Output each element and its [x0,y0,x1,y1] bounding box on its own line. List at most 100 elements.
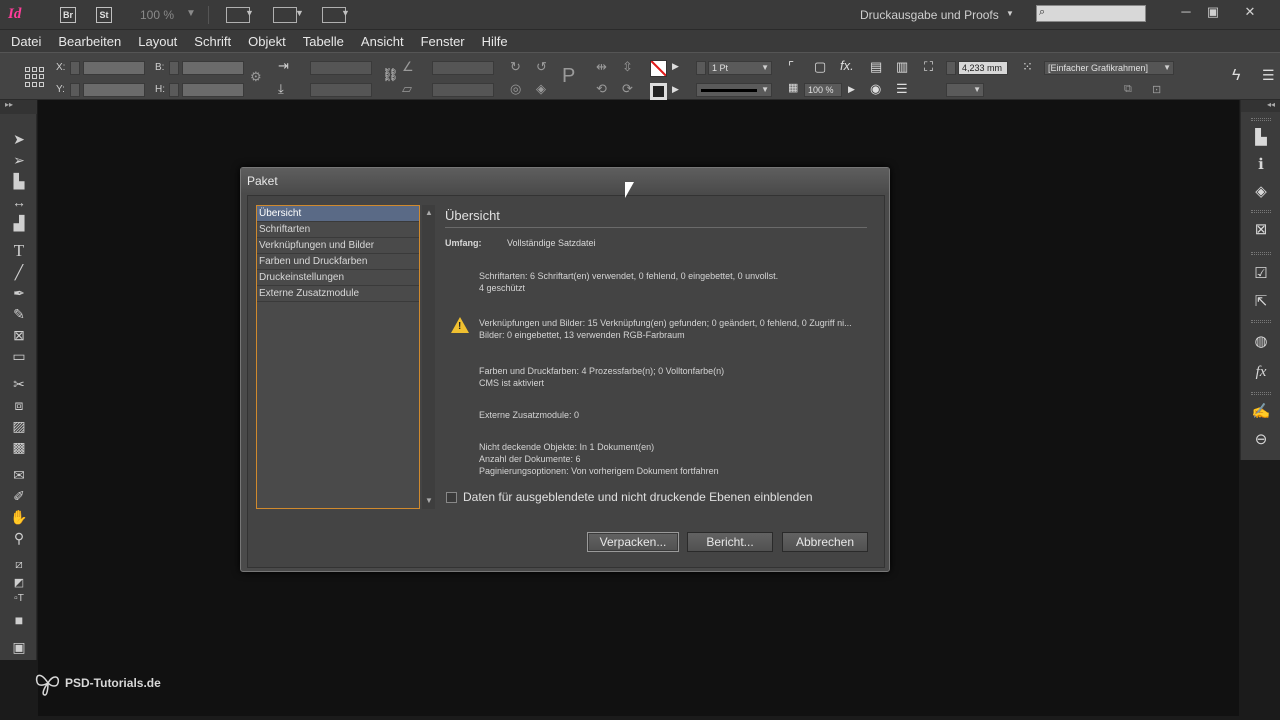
corner-options-icon[interactable]: ⌜ [788,59,794,75]
search-input[interactable]: ⌕ [1036,5,1146,22]
content-collector-icon[interactable]: ▟ [9,214,29,232]
scale-y-field[interactable] [310,83,372,97]
panel-grip[interactable] [1251,118,1271,121]
eyedropper-tool-icon[interactable]: ✐ [9,487,29,505]
height-spinner[interactable] [169,83,179,97]
clear-overrides-icon[interactable]: ⧉ [1124,83,1132,96]
panel-collapse-icon[interactable]: ▸▸ [0,100,37,114]
panel-collapse-icon[interactable]: ◂◂ [1241,100,1280,112]
menu-objekt[interactable]: Objekt [248,34,286,49]
text-wrap-none-icon[interactable]: ▤ [870,59,882,75]
category-print-settings[interactable]: Druckeinstellungen [257,270,419,286]
package-button[interactable]: Verpacken... [587,532,679,552]
rotate-ccw-icon[interactable]: ↺ [536,59,547,75]
text-wrap-shape-icon[interactable]: ◉ [870,81,881,97]
hyperlinks-icon[interactable]: ⊖ [1251,430,1271,450]
gradient-feather-tool-icon[interactable]: ▩ [9,438,29,456]
dialog-title[interactable]: Paket [241,168,889,194]
category-colors-inks[interactable]: Farben und Druckfarben [257,254,419,270]
object-style-dropdown[interactable]: [Einfacher Grafikrahmen] ▼ [1044,61,1174,75]
page-tool-icon[interactable]: ▙ [9,172,29,190]
workspace-switcher[interactable]: Druckausgabe und Proofs [860,8,999,22]
text-wrap-box-icon[interactable]: ▥ [896,59,908,75]
export-icon[interactable]: ⇱ [1251,292,1271,312]
hidden-layers-checkbox[interactable] [446,491,457,503]
category-fonts[interactable]: Schriftarten [257,222,419,238]
size-spinner[interactable] [946,61,956,75]
panel-grip[interactable] [1251,210,1271,213]
stock-button[interactable]: St [96,7,112,23]
direct-selection-tool-icon[interactable]: ➢ [9,151,29,169]
menu-datei[interactable]: Datei [11,34,41,49]
width-field[interactable] [182,61,244,75]
stroke-type-dropdown[interactable]: ▼ [696,83,772,97]
cancel-button[interactable]: Abbrechen [782,532,868,552]
hidden-layers-label[interactable]: Daten für ausgeblendete und nicht drucke… [463,490,813,504]
frame-shape-dropdown[interactable]: ▼ [946,83,984,97]
free-transform-tool-icon[interactable]: ⧈ [9,396,29,414]
chevron-down-icon[interactable]: ▼ [295,8,304,18]
type-tool-icon[interactable]: T [9,242,29,260]
rectangle-tool-icon[interactable]: ▭ [9,347,29,365]
flip-horizontal-icon[interactable]: ⇹ [596,59,607,75]
constrain-proportions-icon[interactable]: ⚙ [250,69,262,85]
fill-stroke-icon[interactable]: ⧄ [9,555,29,573]
stroke-weight-spinner[interactable] [696,61,706,75]
fit-frame-icon[interactable]: ⛶ [924,59,933,75]
effects-fx-icon[interactable]: fx. [840,58,854,73]
x-field[interactable] [83,61,145,75]
chevron-down-icon[interactable]: ▼ [186,8,196,19]
panel-grip[interactable] [1251,320,1271,323]
category-plugins[interactable]: Externe Zusatzmodule [257,286,419,302]
rotation-field[interactable] [432,61,494,75]
select-next-icon[interactable]: ⟳ [622,81,633,97]
flip-vertical-icon[interactable]: ⇳ [622,59,633,75]
text-wrap-jump-icon[interactable]: ☰ [896,81,908,97]
y-field[interactable] [83,83,145,97]
selection-tool-icon[interactable]: ➤ [9,130,29,148]
rectangle-frame-tool-icon[interactable]: ⊠ [9,326,29,344]
panel-grip[interactable] [1251,252,1271,255]
scissors-tool-icon[interactable]: ✂ [9,375,29,393]
size-field[interactable]: 4,233 mm [958,61,1008,75]
paragraph-styles-icon[interactable]: ✍ [1251,402,1271,422]
effects-icon[interactable]: fx [1251,362,1271,382]
drop-shadow-icon[interactable]: ▢ [814,59,826,75]
category-overview[interactable]: Übersicht [257,206,419,222]
chevron-down-icon[interactable]: ▼ [1006,9,1014,18]
select-previous-icon[interactable]: ⟲ [596,81,607,97]
rotate-cw-icon[interactable]: ↻ [510,59,521,75]
hidden-layers-option[interactable]: Daten für ausgeblendete und nicht drucke… [446,490,813,504]
panel-grip[interactable] [1251,392,1271,395]
zoom-level[interactable]: 100 % [140,8,174,22]
quick-apply-icon[interactable]: ϟ [1232,67,1240,85]
scroll-up-icon[interactable]: ▲ [425,208,433,217]
chevron-down-icon[interactable]: ▼ [245,8,254,18]
select-content-icon[interactable]: ◈ [536,81,546,97]
fill-swatch[interactable] [650,60,667,77]
redefine-style-icon[interactable]: ⊡ [1152,83,1161,96]
apply-color-icon[interactable]: ■ [9,611,29,629]
pages-icon[interactable]: ▙ [1251,128,1271,148]
chevron-down-icon[interactable]: ▼ [341,8,350,18]
screen-mode-button[interactable] [273,7,297,23]
pencil-tool-icon[interactable]: ✎ [9,305,29,323]
menu-layout[interactable]: Layout [138,34,177,49]
line-tool-icon[interactable]: ╱ [9,263,29,281]
scale-x-field[interactable] [310,61,372,75]
color-icon[interactable]: ◍ [1251,332,1271,352]
bridge-button[interactable]: Br [60,7,76,23]
menu-ansicht[interactable]: Ansicht [361,34,404,49]
chevron-right-icon[interactable]: ▶ [672,61,679,72]
gradient-tool-icon[interactable]: ▨ [9,417,29,435]
scroll-down-icon[interactable]: ▼ [425,496,433,505]
panel-menu-icon[interactable]: ☰ [1262,67,1275,84]
minimize-button[interactable]: ─ [1176,4,1196,19]
category-links-images[interactable]: Verknüpfungen und Bilder [257,238,419,254]
links-icon[interactable]: ⊠ [1251,220,1271,240]
note-tool-icon[interactable]: ✉ [9,466,29,484]
zoom-tool-icon[interactable]: ⚲ [9,529,29,547]
menu-fenster[interactable]: Fenster [421,34,465,49]
reference-point-icon[interactable] [25,67,45,87]
pen-tool-icon[interactable]: ✒ [9,284,29,302]
